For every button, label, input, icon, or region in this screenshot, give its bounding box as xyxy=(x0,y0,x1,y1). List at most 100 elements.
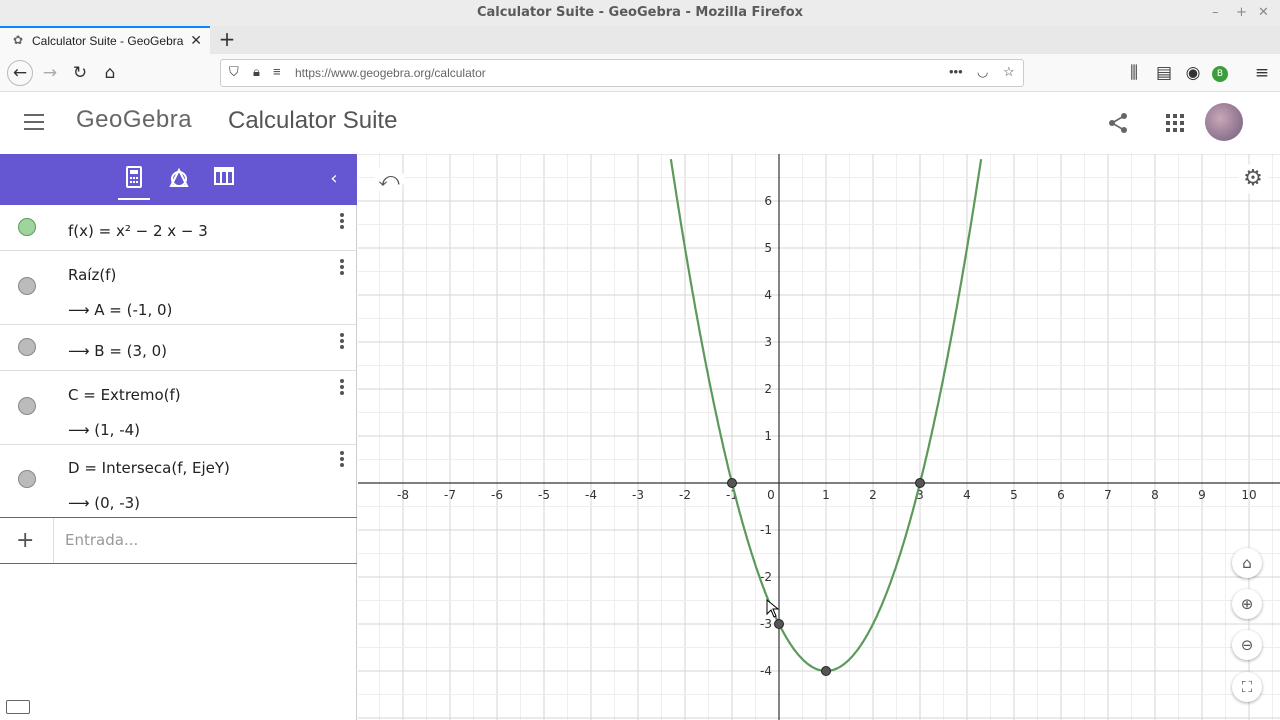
graph-canvas[interactable]: -8 -7 -6 -5 -4 -3 -2 -1 0 1 2 3 4 5 6 7 8 9 10654321-1-2-3… xyxy=(358,154,1280,720)
more-options-icon[interactable] xyxy=(340,259,344,277)
app-header: GeoGebra Calculator Suite xyxy=(0,92,1280,154)
lock-icon[interactable]: 🔒︎ xyxy=(253,64,260,80)
home-icon[interactable]: ⌂ xyxy=(1232,548,1262,578)
algebra-row-roots[interactable]: Raíz(f) ⟶ A = (-1, 0) xyxy=(0,251,357,325)
tab-title: Calculator Suite - GeoGebra xyxy=(32,34,184,48)
y-tick-label: 3 xyxy=(764,335,772,349)
shield-icon[interactable]: ⛉ xyxy=(229,64,239,80)
y-tick-label: -4 xyxy=(760,664,772,678)
algebra-input[interactable]: Entrada... xyxy=(65,531,138,549)
new-tab-button[interactable]: + xyxy=(216,26,238,54)
collapse-panel-icon[interactable]: ‹ xyxy=(321,166,347,192)
reload-button[interactable]: ↻ xyxy=(68,61,92,85)
close-window-icon[interactable]: ✕ xyxy=(1258,0,1269,26)
visibility-toggle[interactable] xyxy=(18,218,36,236)
home-button[interactable]: ⌂ xyxy=(98,61,122,85)
algebra-expression[interactable]: D = Interseca(f, EjeY) xyxy=(68,459,230,477)
x-tick-label: -6 xyxy=(491,488,503,502)
point-C[interactable] xyxy=(821,666,831,676)
algebra-row-b[interactable]: ⟶ B = (3, 0) xyxy=(0,325,357,371)
point-A[interactable] xyxy=(727,478,737,488)
permissions-icon[interactable]: ≡ xyxy=(273,64,281,79)
x-tick-label: 8 xyxy=(1151,488,1159,502)
more-options-icon[interactable] xyxy=(340,451,344,469)
zoom-in-icon[interactable]: ⊕ xyxy=(1232,589,1262,619)
more-actions-icon[interactable]: ••• xyxy=(949,64,963,79)
tab-strip: ✿ Calculator Suite - GeoGebra ✕ + xyxy=(0,26,1280,54)
url-text: https://www.geogebra.org/calculator xyxy=(295,66,486,80)
add-icon[interactable]: + xyxy=(16,528,34,553)
more-options-icon[interactable] xyxy=(340,333,344,351)
forward-button[interactable]: → xyxy=(38,61,62,85)
minimize-icon[interactable]: – xyxy=(1212,0,1219,26)
bookmark-star-icon[interactable]: ☆ xyxy=(1003,64,1015,80)
gear-icon[interactable]: ⚙ xyxy=(1238,164,1268,194)
panel-toolbar: ‹ xyxy=(0,154,357,205)
algebra-input-row[interactable]: + Entrada... xyxy=(0,517,357,564)
x-tick-label: -5 xyxy=(538,488,550,502)
point-D[interactable] xyxy=(774,619,784,629)
x-tick-label: 2 xyxy=(869,488,877,502)
y-tick-label: -1 xyxy=(760,523,772,537)
point-B[interactable] xyxy=(915,478,925,488)
table-icon[interactable] xyxy=(211,166,237,192)
x-tick-label: 9 xyxy=(1198,488,1206,502)
account-icon[interactable]: ◉ xyxy=(1181,61,1205,85)
active-tab-indicator xyxy=(118,198,150,200)
x-tick-label: 0 xyxy=(767,488,775,502)
menu-icon[interactable]: ≡ xyxy=(1250,61,1274,85)
sidebar-icon[interactable]: ▤ xyxy=(1152,61,1176,85)
mouse-cursor xyxy=(766,599,780,618)
x-tick-label: 5 xyxy=(1010,488,1018,502)
more-options-icon[interactable] xyxy=(340,213,344,231)
visibility-toggle[interactable] xyxy=(18,470,36,488)
close-tab-icon[interactable]: ✕ xyxy=(190,32,202,49)
algebra-expression[interactable]: f(x) = x² − 2 x − 3 xyxy=(68,222,208,240)
axes xyxy=(358,154,1280,720)
grid xyxy=(358,154,1280,720)
x-tick-label: -7 xyxy=(444,488,456,502)
undo-icon[interactable]: ⤺ xyxy=(374,164,404,194)
x-tick-label: 1 xyxy=(822,488,830,502)
algebra-row-intersect[interactable]: D = Interseca(f, EjeY) ⟶ (0, -3) xyxy=(0,445,357,517)
algebra-expression[interactable]: Raíz(f) xyxy=(68,266,116,284)
url-bar[interactable]: ⛉ 🔒︎ ≡ https://www.geogebra.org/calculat… xyxy=(220,59,1024,87)
algebra-expression[interactable]: C = Extremo(f) xyxy=(68,386,181,404)
y-tick-label: 1 xyxy=(764,429,772,443)
y-tick-label: 4 xyxy=(764,288,772,302)
apps-grid-icon[interactable] xyxy=(1166,114,1184,132)
back-button[interactable]: ← xyxy=(7,60,33,86)
x-tick-label: -2 xyxy=(679,488,691,502)
zoom-out-icon[interactable]: ⊖ xyxy=(1232,630,1262,660)
more-options-icon[interactable] xyxy=(340,379,344,397)
x-tick-label: 4 xyxy=(963,488,971,502)
browser-tab[interactable]: ✿ Calculator Suite - GeoGebra ✕ xyxy=(0,26,210,54)
app-title: Calculator Suite xyxy=(228,107,398,134)
share-icon[interactable] xyxy=(1108,112,1130,134)
algebra-row-extremum[interactable]: C = Extremo(f) ⟶ (1, -4) xyxy=(0,371,357,445)
fullscreen-icon[interactable]: ⛶ xyxy=(1232,672,1262,702)
y-tick-label: -3 xyxy=(760,617,772,631)
tools-icon[interactable] xyxy=(166,166,192,192)
hamburger-menu-icon[interactable] xyxy=(24,114,44,130)
library-icon[interactable]: ⫼ xyxy=(1122,61,1146,85)
extension-icon[interactable]: B xyxy=(1212,66,1228,82)
visibility-toggle[interactable] xyxy=(18,338,36,356)
x-tick-label: -3 xyxy=(632,488,644,502)
algebra-expression[interactable]: ⟶ B = (3, 0) xyxy=(68,342,167,360)
avatar[interactable] xyxy=(1205,103,1243,141)
algebra-panel: ‹ f(x) = x² − 2 x − 3 Raíz(f) ⟶ A = (-1,… xyxy=(0,154,357,720)
y-tick-label: 6 xyxy=(764,194,772,208)
pocket-icon[interactable]: ◡ xyxy=(977,64,988,80)
visibility-toggle[interactable] xyxy=(18,397,36,415)
visibility-toggle[interactable] xyxy=(18,277,36,295)
graphics-view[interactable]: -8 -7 -6 -5 -4 -3 -2 -1 0 1 2 3 4 5 6 7 8 9 10 6 5 4 3 2 1 -1 -2 -3… xyxy=(358,154,1280,720)
keyboard-icon[interactable] xyxy=(6,700,30,714)
geogebra-logo[interactable]: GeoGebra xyxy=(76,106,192,134)
x-tick-label: -4 xyxy=(585,488,597,502)
calculator-icon[interactable] xyxy=(121,166,147,192)
maximize-icon[interactable]: + xyxy=(1236,0,1247,26)
geogebra-favicon-icon: ✿ xyxy=(12,33,24,47)
y-tick-label: 2 xyxy=(764,382,772,396)
algebra-row-f[interactable]: f(x) = x² − 2 x − 3 xyxy=(0,205,357,251)
